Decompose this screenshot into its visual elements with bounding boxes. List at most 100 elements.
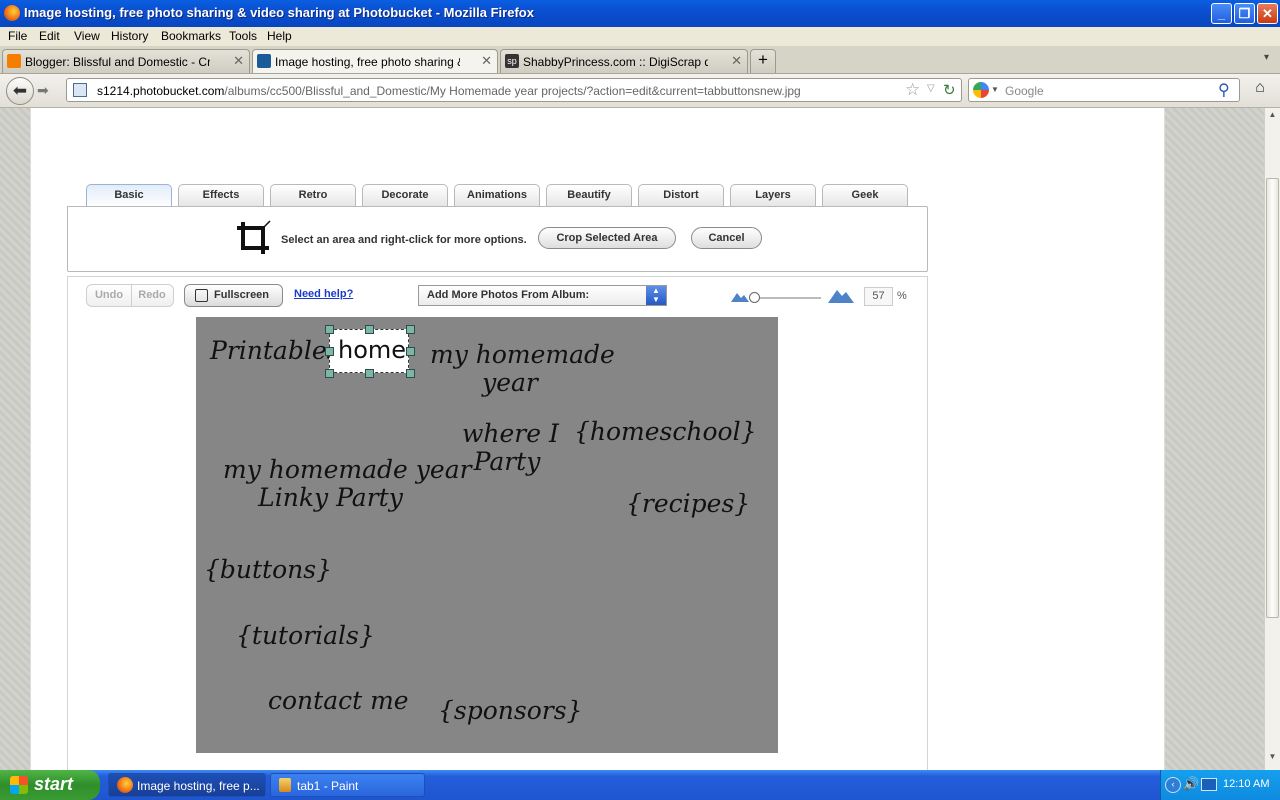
paint-icon xyxy=(279,778,291,792)
menu-edit[interactable]: Edit xyxy=(39,29,60,43)
word-year: year xyxy=(482,368,538,397)
taskbar-item-label: Image hosting, free p... xyxy=(137,779,260,793)
word-linky-party: Linky Party xyxy=(258,483,403,512)
window-titlebar: Image hosting, free photo sharing & vide… xyxy=(0,0,1280,27)
menu-history[interactable]: History xyxy=(111,29,148,43)
crop-handle[interactable] xyxy=(325,347,334,356)
vertical-scrollbar[interactable]: ▲ ▼ xyxy=(1264,108,1280,770)
crop-icon xyxy=(237,220,271,254)
crop-selected-area-button[interactable]: Crop Selected Area xyxy=(538,227,676,249)
word-tutorials: {tutorials} xyxy=(236,621,375,650)
image-canvas[interactable]: Printables home my homemade year where I… xyxy=(196,317,778,753)
tab-retro[interactable]: Retro xyxy=(270,184,356,206)
google-icon[interactable] xyxy=(973,82,989,98)
crop-tool-panel: Select an area and right-click for more … xyxy=(67,206,928,272)
blogger-icon xyxy=(7,54,21,68)
crop-handle[interactable] xyxy=(365,369,374,378)
browser-tab-blogger[interactable]: Blogger: Blissful and Domestic - Create … xyxy=(2,49,250,73)
navigation-toolbar: ⬅ ➡ s1214.photobucket.com/albums/cc500/B… xyxy=(0,74,1280,108)
undo-redo-group: Undo Redo xyxy=(86,284,174,307)
minimize-button[interactable]: _ xyxy=(1211,3,1232,24)
zoom-slider-track[interactable] xyxy=(751,297,821,299)
tab-close-icon[interactable]: ✕ xyxy=(481,53,492,69)
taskbar-item-label: tab1 - Paint xyxy=(297,779,359,793)
zoom-unit: % xyxy=(897,290,907,302)
firefox-icon xyxy=(117,777,133,793)
search-engine-dropdown-icon[interactable]: ▼ xyxy=(991,85,999,94)
taskbar: start Image hosting, free p... tab1 - Pa… xyxy=(0,770,1280,800)
volume-icon[interactable]: 🔊 xyxy=(1183,776,1199,792)
search-placeholder[interactable]: Google xyxy=(1005,84,1044,98)
fullscreen-button[interactable]: Fullscreen xyxy=(184,284,283,307)
tab-decorate[interactable]: Decorate xyxy=(362,184,448,206)
tab-geek[interactable]: Geek xyxy=(822,184,908,206)
menu-file[interactable]: File xyxy=(8,29,27,43)
site-identity-icon[interactable] xyxy=(73,83,87,97)
close-button[interactable]: ✕ xyxy=(1257,3,1278,24)
crop-handle[interactable] xyxy=(406,347,415,356)
network-icon[interactable] xyxy=(1201,778,1217,791)
album-select[interactable]: Add More Photos From Album: ▲ ▼ xyxy=(418,285,667,306)
need-help-link[interactable]: Need help? xyxy=(294,288,353,300)
bookmark-star-icon[interactable]: ☆ xyxy=(905,80,920,100)
address-bar[interactable]: s1214.photobucket.com/albums/cc500/Bliss… xyxy=(66,78,962,102)
crop-handle[interactable] xyxy=(325,325,334,334)
word-home: home xyxy=(338,336,407,364)
tab-distort[interactable]: Distort xyxy=(638,184,724,206)
crop-handle[interactable] xyxy=(365,325,374,334)
taskbar-item-firefox[interactable]: Image hosting, free p... xyxy=(108,773,266,797)
maximize-button[interactable]: ❐ xyxy=(1234,3,1255,24)
reload-icon[interactable]: ↻ xyxy=(943,81,956,99)
search-icon[interactable]: ⚲ xyxy=(1218,80,1230,100)
select-arrows-icon[interactable]: ▲ ▼ xyxy=(646,286,666,305)
menu-help[interactable]: Help xyxy=(267,29,292,43)
zoom-out-icon[interactable] xyxy=(731,290,749,302)
tab-animations[interactable]: Animations xyxy=(454,184,540,206)
word-my-homemade-year: my homemade year xyxy=(223,455,472,484)
forward-button[interactable]: ➡ xyxy=(37,82,49,99)
page-content: Basic Effects Retro Decorate Animations … xyxy=(30,108,1165,770)
start-button[interactable]: start xyxy=(0,770,100,800)
word-homeschool: {homeschool} xyxy=(574,417,757,446)
taskbar-item-paint[interactable]: tab1 - Paint xyxy=(270,773,425,797)
tab-close-icon[interactable]: ✕ xyxy=(233,53,244,69)
crop-handle[interactable] xyxy=(406,369,415,378)
back-button[interactable]: ⬅ xyxy=(6,77,34,105)
url-text[interactable]: s1214.photobucket.com/albums/cc500/Bliss… xyxy=(97,84,801,98)
menu-view[interactable]: View xyxy=(74,29,100,43)
zoom-slider-handle[interactable] xyxy=(749,292,760,303)
cancel-button[interactable]: Cancel xyxy=(691,227,762,249)
fullscreen-icon xyxy=(195,289,208,302)
tray-expand-icon[interactable]: ‹ xyxy=(1165,777,1181,793)
scroll-thumb[interactable] xyxy=(1266,178,1279,618)
tab-layers[interactable]: Layers xyxy=(730,184,816,206)
tab-basic[interactable]: Basic xyxy=(86,184,172,207)
redo-button[interactable]: Redo xyxy=(131,285,173,306)
undo-button[interactable]: Undo xyxy=(87,285,132,306)
crop-handle[interactable] xyxy=(406,325,415,334)
menu-bookmarks[interactable]: Bookmarks xyxy=(161,29,221,43)
tab-beautify[interactable]: Beautify xyxy=(546,184,632,206)
clock: 12:10 AM xyxy=(1223,778,1270,790)
crop-handle[interactable] xyxy=(325,369,334,378)
window-title: Image hosting, free photo sharing & vide… xyxy=(24,5,534,20)
browser-tab-photobucket[interactable]: Image hosting, free photo sharing & vide… xyxy=(252,49,498,73)
menu-tools[interactable]: Tools xyxy=(229,29,257,43)
tab-close-icon[interactable]: ✕ xyxy=(731,53,742,69)
scroll-up-icon[interactable]: ▲ xyxy=(1266,110,1279,125)
tab-list-icon[interactable]: ▾ xyxy=(1264,52,1269,63)
new-tab-button[interactable]: + xyxy=(750,49,776,73)
tab-effects[interactable]: Effects xyxy=(178,184,264,206)
crop-selection[interactable]: home xyxy=(329,329,409,373)
url-dropdown-icon[interactable]: ▽ xyxy=(927,83,935,94)
scroll-down-icon[interactable]: ▼ xyxy=(1266,752,1279,767)
browser-tabbar: Blogger: Blissful and Domestic - Create … xyxy=(0,46,1280,74)
start-label: start xyxy=(34,774,74,794)
search-bar[interactable]: ▼ Google ⚲ xyxy=(968,78,1240,102)
home-icon[interactable]: ⌂ xyxy=(1248,79,1272,101)
word-contact-me: contact me xyxy=(268,686,409,715)
fullscreen-label: Fullscreen xyxy=(214,289,270,301)
browser-tab-shabbyprincess[interactable]: sp ShabbyPrincess.com :: DigiScrap downl… xyxy=(500,49,748,73)
zoom-in-icon[interactable] xyxy=(828,287,854,303)
zoom-value-input[interactable]: 57 xyxy=(864,287,893,306)
